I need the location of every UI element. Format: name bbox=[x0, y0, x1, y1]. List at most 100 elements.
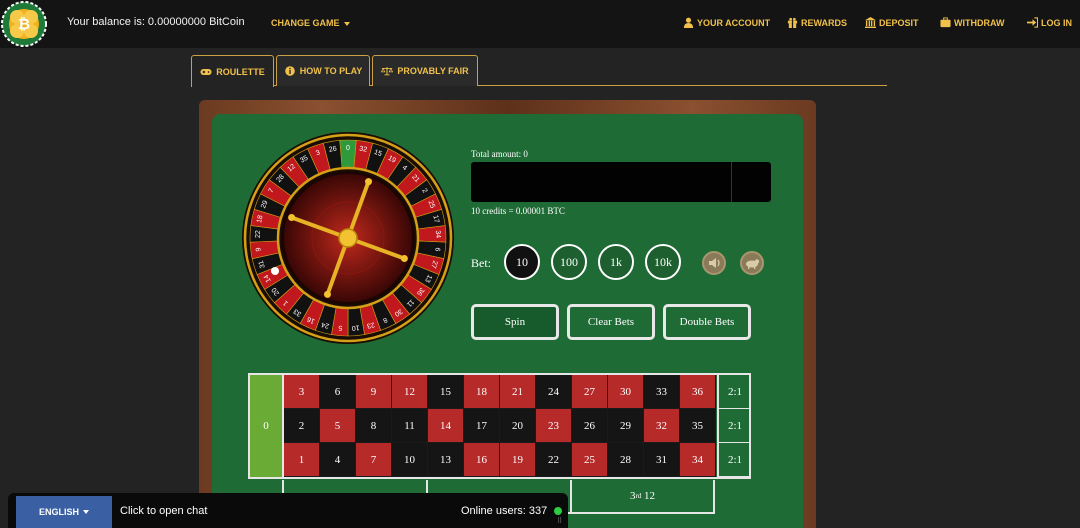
bet-cell-number[interactable]: 36 bbox=[680, 375, 716, 409]
bet-cell-number[interactable]: 22 bbox=[536, 443, 572, 477]
login-icon bbox=[1027, 17, 1038, 28]
bet-cell-number[interactable]: 14 bbox=[428, 409, 464, 443]
bet-amount-display bbox=[471, 162, 771, 202]
bet-cell-number[interactable]: 9 bbox=[356, 375, 392, 409]
caret-down-icon bbox=[343, 21, 350, 26]
bet-cell-number[interactable]: 32 bbox=[644, 409, 680, 443]
double-bets-button[interactable]: Double Bets bbox=[663, 304, 751, 340]
credits-conversion-note: 10 credits = 0.00001 BTC bbox=[471, 206, 565, 216]
bet-cell-number[interactable]: 34 bbox=[680, 443, 716, 477]
bet-cell-number[interactable]: 26 bbox=[572, 409, 608, 443]
bet-cell-number[interactable]: 8 bbox=[356, 409, 392, 443]
chip-10[interactable]: 10 bbox=[504, 244, 540, 280]
tab-how-to-play[interactable]: HOW TO PLAY bbox=[276, 55, 370, 86]
animal-icon bbox=[746, 259, 760, 269]
bet-cell-number[interactable]: 15 bbox=[428, 375, 464, 409]
bet-cell-zero[interactable]: 0 bbox=[250, 375, 284, 477]
bet-cell-number[interactable]: 16 bbox=[464, 443, 500, 477]
tab-label: ROULETTE bbox=[216, 66, 265, 77]
bet-cell-number[interactable]: 18 bbox=[464, 375, 500, 409]
bet-column-2-to-1[interactable]: 2:1 bbox=[717, 443, 751, 477]
bet-cell-number[interactable]: 25 bbox=[572, 443, 608, 477]
bet-cell-number[interactable]: 11 bbox=[392, 409, 428, 443]
turret-hub bbox=[338, 228, 358, 248]
bet-cell-number[interactable]: 13 bbox=[428, 443, 464, 477]
bet-cell-number[interactable]: 12 bbox=[392, 375, 428, 409]
balance-display: Your balance is: 0.00000000 BitCoin bbox=[67, 16, 245, 28]
bet-cell-number[interactable]: 33 bbox=[644, 375, 680, 409]
display-divider bbox=[731, 162, 732, 202]
resize-grip-icon[interactable]: ⠿ bbox=[557, 517, 562, 525]
tab-roulette[interactable]: ROULETTE bbox=[191, 55, 274, 87]
bet-cell-number[interactable]: 20 bbox=[500, 409, 536, 443]
caret-down-icon bbox=[83, 510, 89, 514]
bet-cell-number[interactable]: 35 bbox=[680, 409, 716, 443]
language-selector[interactable]: ENGLISH bbox=[16, 496, 112, 528]
spin-button[interactable]: Spin bbox=[471, 304, 559, 340]
bet-cell-number[interactable]: 28 bbox=[608, 443, 644, 477]
nav-withdraw[interactable]: WITHDRAW bbox=[940, 17, 1005, 28]
scale-icon bbox=[381, 67, 394, 76]
turret-knob bbox=[365, 178, 373, 186]
info-icon bbox=[284, 66, 295, 76]
wheel-number: 34 bbox=[434, 230, 441, 238]
roulette-ball bbox=[271, 267, 279, 275]
tab-label: PROVABLY FAIR bbox=[397, 66, 469, 76]
bet-cell-number[interactable]: 27 bbox=[572, 375, 608, 409]
nav-rewards[interactable]: REWARDS bbox=[787, 17, 847, 28]
sound-toggle[interactable] bbox=[702, 251, 726, 275]
bet-cell-number[interactable]: 29 bbox=[608, 409, 644, 443]
svg-text:₿: ₿ bbox=[18, 16, 30, 33]
bet-label: Bet: bbox=[471, 256, 491, 270]
language-label: ENGLISH bbox=[38, 507, 79, 517]
bet-cell-number[interactable]: 21 bbox=[500, 375, 536, 409]
bet-cell-number[interactable]: 7 bbox=[356, 443, 392, 477]
bet-column-2-to-1[interactable]: 2:1 bbox=[717, 375, 751, 409]
bet-cell-number[interactable]: 24 bbox=[536, 375, 572, 409]
bet-cell-number[interactable]: 2 bbox=[284, 409, 320, 443]
chip-100[interactable]: 100 bbox=[551, 244, 587, 280]
nav-deposit[interactable]: DEPOSIT bbox=[865, 17, 919, 28]
bet-cell-number[interactable]: 23 bbox=[536, 409, 572, 443]
gamepad-icon bbox=[200, 68, 212, 75]
turbo-toggle[interactable] bbox=[740, 251, 764, 275]
bet-cell-number[interactable]: 30 bbox=[608, 375, 644, 409]
bet-cell-number[interactable]: 10 bbox=[392, 443, 428, 477]
tab-provably-fair[interactable]: PROVABLY FAIR bbox=[372, 55, 478, 86]
bet-cell-number[interactable]: 19 bbox=[500, 443, 536, 477]
turret-knob bbox=[400, 255, 408, 263]
total-amount-label: Total amount: 0 bbox=[471, 149, 528, 159]
wheel-number: 5 bbox=[338, 324, 343, 331]
turret-knob bbox=[323, 290, 331, 298]
wheel-number: 22 bbox=[255, 230, 262, 238]
nav-log-in[interactable]: LOG IN bbox=[1027, 17, 1072, 28]
wheel-number: 26 bbox=[328, 146, 337, 154]
bet-cell-number[interactable]: 4 bbox=[320, 443, 356, 477]
online-users-count: Online users: 337 bbox=[461, 505, 548, 517]
roulette-wheel[interactable]: 0 32 1519421225173462713361130823105241633… bbox=[241, 131, 455, 345]
bet-cell-number[interactable]: 31 bbox=[644, 443, 680, 477]
turret-knob bbox=[288, 213, 296, 221]
nav-label: WITHDRAW bbox=[954, 17, 1005, 28]
nav-your-account[interactable]: YOUR ACCOUNT bbox=[683, 17, 770, 28]
clear-bets-button[interactable]: Clear Bets bbox=[567, 304, 655, 340]
online-status-dot bbox=[554, 507, 562, 515]
dozen-label: 12 bbox=[644, 490, 656, 502]
chip-1k[interactable]: 1k bbox=[598, 244, 634, 280]
nav-label: DEPOSIT bbox=[879, 17, 919, 28]
change-game-dropdown[interactable]: CHANGE GAME bbox=[271, 18, 350, 28]
bet-cell-number[interactable]: 5 bbox=[320, 409, 356, 443]
bitcoin-logo[interactable]: ₿ bbox=[0, 0, 48, 48]
bet-third-dozen[interactable]: 3rd 12 bbox=[572, 480, 713, 512]
change-game-label: CHANGE GAME bbox=[271, 18, 340, 28]
bet-cell-number[interactable]: 1 bbox=[284, 443, 320, 477]
bet-column-2-to-1[interactable]: 2:1 bbox=[717, 409, 751, 443]
chip-10k[interactable]: 10k bbox=[645, 244, 681, 280]
nav-label: REWARDS bbox=[801, 17, 848, 28]
open-chat-prompt[interactable]: Click to open chat bbox=[120, 505, 207, 517]
bet-cell-number[interactable]: 17 bbox=[464, 409, 500, 443]
bet-cell-number[interactable]: 3 bbox=[284, 375, 320, 409]
nav-label: LOG IN bbox=[1041, 17, 1072, 28]
bet-cell-number[interactable]: 6 bbox=[320, 375, 356, 409]
betting-board: 0 3 6 9 12 15 18 21 24 27 30 33 36 2:1 2 5 8 11 14 17 20 23 2… bbox=[248, 373, 751, 479]
